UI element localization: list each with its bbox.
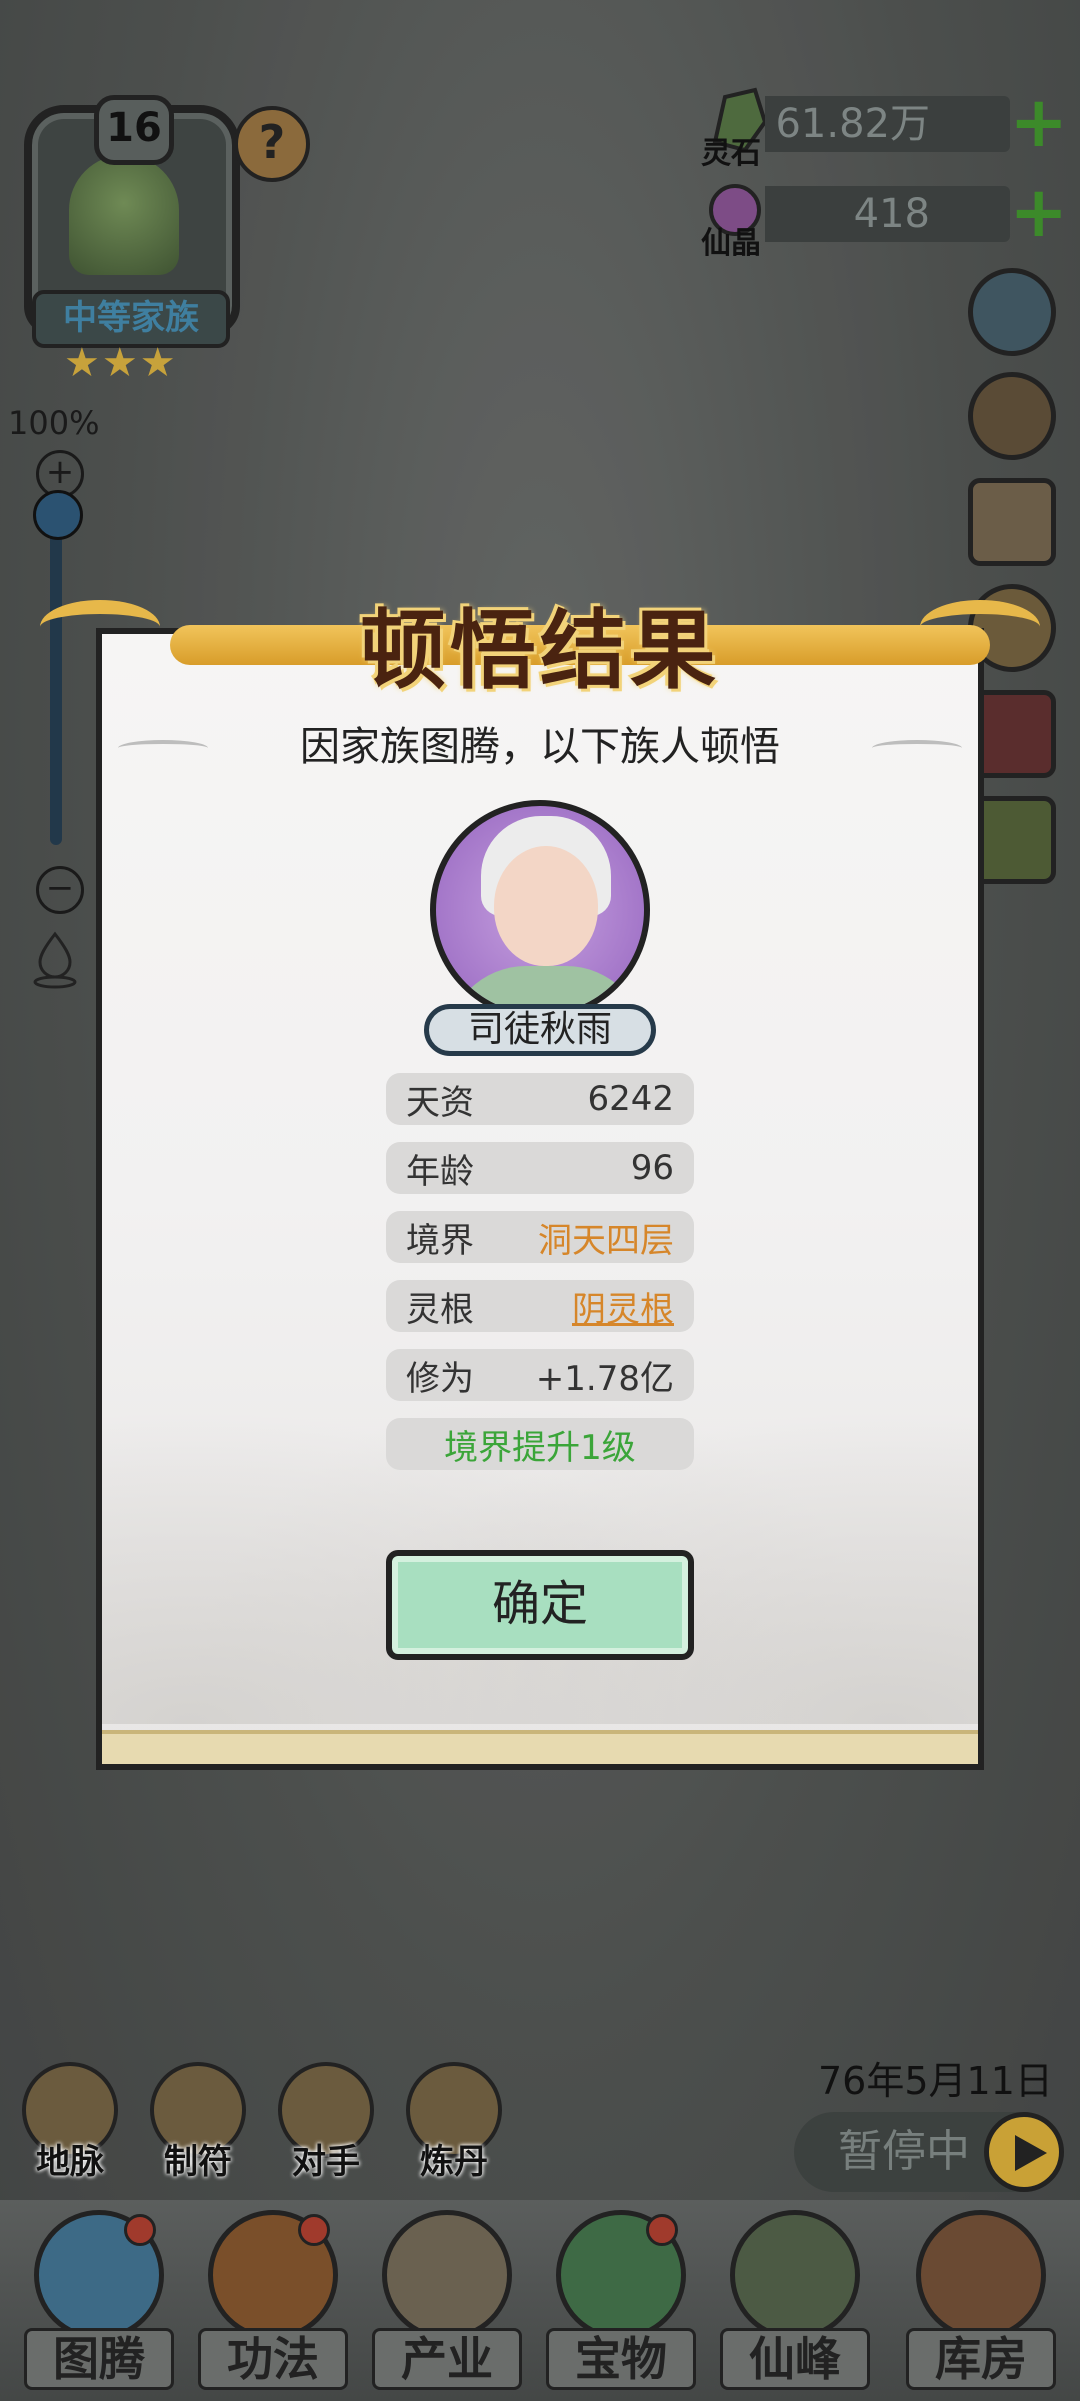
feature-alchemy[interactable]: 炼丹 xyxy=(404,2062,504,2182)
add-immortal-crystal-button[interactable]: + xyxy=(1009,177,1068,247)
mountain-house-icon xyxy=(382,2210,512,2340)
spirit-root-link[interactable]: 阴灵根 xyxy=(572,1282,674,1331)
help-button[interactable]: ? xyxy=(234,106,310,182)
zoom-out-button[interactable]: − xyxy=(36,866,84,914)
feature-talisman[interactable]: 制符 xyxy=(148,2062,248,2182)
add-spirit-stone-button[interactable]: + xyxy=(1009,87,1068,157)
stat-label: 境界 xyxy=(406,1220,474,1261)
nav-industry[interactable]: 产业 xyxy=(372,2210,522,2400)
character-name: 司徒秋雨 xyxy=(424,1004,656,1056)
stat-value: +1.78亿 xyxy=(535,1358,674,1399)
character-portrait xyxy=(430,800,650,1020)
nav-peak[interactable]: 仙峰 xyxy=(720,2210,870,2400)
game-date: 76年5月11日 xyxy=(818,2059,1053,2103)
notification-dot xyxy=(646,2214,678,2246)
spirit-stone-counter: 灵石 61.82万 + xyxy=(695,87,1080,171)
spirit-stone-label: 灵石 xyxy=(701,136,761,171)
dialog-title: 顿悟结果 xyxy=(360,601,720,701)
notification-dot xyxy=(298,2214,330,2246)
family-stars: ★★★ xyxy=(64,340,178,386)
portrait-face xyxy=(494,846,598,966)
feature-label: 制符 xyxy=(164,2142,232,2182)
nav-label: 仙峰 xyxy=(720,2328,870,2390)
immortal-crystal-counter: 仙晶 418 + xyxy=(695,177,1080,261)
pause-toggle[interactable]: 暂停中 xyxy=(794,2112,1064,2192)
book-icon[interactable] xyxy=(968,478,1056,566)
nav-techniques[interactable]: 功法 xyxy=(198,2210,348,2400)
dialog-subtitle: 因家族图腾，以下族人顿悟 xyxy=(300,724,780,770)
feature-earth-vein[interactable]: 地脉 xyxy=(20,2062,120,2182)
map-scroll-icon[interactable] xyxy=(968,372,1056,460)
realm-upgrade-result: 境界提升1级 xyxy=(386,1418,694,1470)
stat-label: 年龄 xyxy=(406,1151,474,1192)
confirm-button[interactable]: 确定 xyxy=(386,1550,694,1660)
nav-totem[interactable]: 图腾 xyxy=(24,2210,174,2400)
dialog-bottom-trim xyxy=(102,1730,978,1764)
stat-row-talent: 天资 6242 xyxy=(386,1073,694,1125)
feature-label: 地脉 xyxy=(36,2142,104,2182)
peak-icon xyxy=(730,2210,860,2340)
stat-row-spirit-root: 灵根 阴灵根 xyxy=(386,1280,694,1332)
settings-gear-icon[interactable] xyxy=(968,268,1056,356)
zoom-slider-thumb[interactable] xyxy=(33,490,83,540)
stat-label: 天资 xyxy=(406,1082,474,1123)
spirit-stone-value: 61.82万 xyxy=(765,96,1010,152)
stat-value: 6242 xyxy=(587,1079,674,1119)
stat-row-cultivation: 修为 +1.78亿 xyxy=(386,1349,694,1401)
stat-label: 修为 xyxy=(406,1358,474,1399)
dialog-title-banner: 顿悟结果 xyxy=(40,580,1040,701)
feature-label: 对手 xyxy=(292,2142,360,2182)
stat-row-age: 年龄 96 xyxy=(386,1142,694,1194)
nav-label: 功法 xyxy=(198,2328,348,2390)
play-icon[interactable] xyxy=(984,2112,1064,2192)
family-level: 16 xyxy=(94,95,174,165)
stat-value: 96 xyxy=(630,1148,674,1188)
feature-label: 炼丹 xyxy=(420,2142,488,2182)
family-badge[interactable]: 16 中等家族 ★★★ xyxy=(14,95,240,386)
nav-label: 库房 xyxy=(906,2328,1056,2390)
immortal-crystal-label: 仙晶 xyxy=(701,226,761,261)
location-drop-icon[interactable] xyxy=(30,930,80,990)
nav-storehouse[interactable]: 库房 xyxy=(906,2210,1056,2400)
family-tree-icon xyxy=(69,155,179,275)
feature-opponent[interactable]: 对手 xyxy=(276,2062,376,2182)
pause-label: 暂停中 xyxy=(838,2126,970,2177)
nav-label: 宝物 xyxy=(546,2328,696,2390)
stat-value: 洞天四层 xyxy=(538,1220,674,1261)
notification-dot xyxy=(124,2214,156,2246)
zoom-percent: 100% xyxy=(8,404,100,442)
stat-label: 灵根 xyxy=(406,1289,474,1330)
nav-label: 产业 xyxy=(372,2328,522,2390)
immortal-crystal-value: 418 xyxy=(765,186,1010,242)
treasure-bag-icon xyxy=(916,2210,1046,2340)
stat-row-realm: 境界 洞天四层 xyxy=(386,1211,694,1263)
nav-label: 图腾 xyxy=(24,2328,174,2390)
nav-treasures[interactable]: 宝物 xyxy=(546,2210,696,2400)
